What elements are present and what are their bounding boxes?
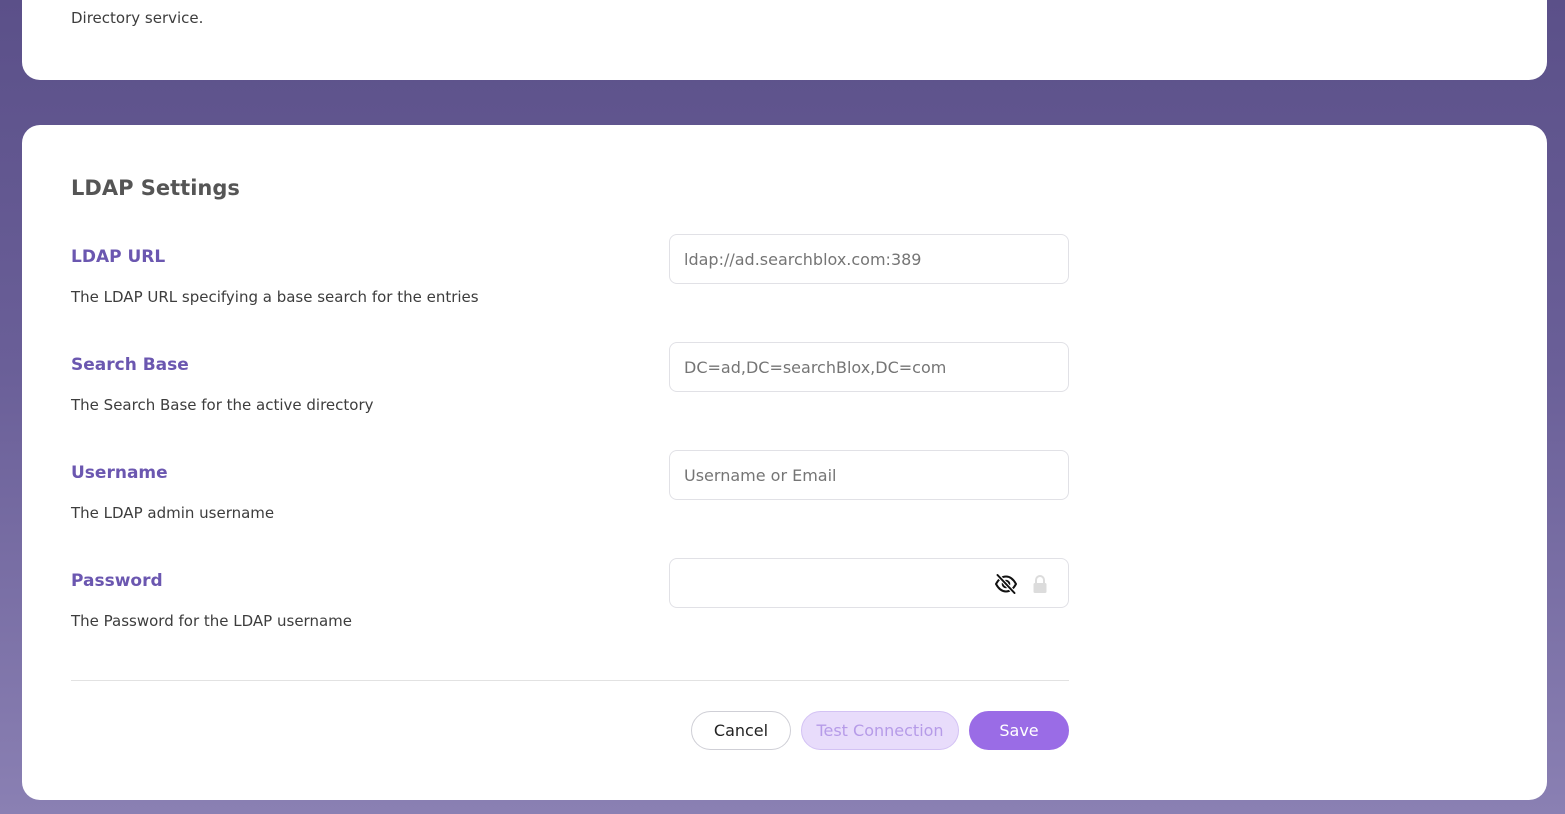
cancel-button[interactable]: Cancel <box>691 711 791 750</box>
search-base-field[interactable] <box>669 342 1069 392</box>
eye-slash-icon[interactable] <box>994 573 1018 595</box>
ldap-url-help: The LDAP URL specifying a base search fo… <box>71 288 479 306</box>
ldap-url-input[interactable] <box>684 235 984 283</box>
username-field[interactable] <box>669 450 1069 500</box>
username-label: Username <box>71 463 168 483</box>
search-base-input[interactable] <box>684 343 984 391</box>
ldap-url-field[interactable] <box>669 234 1069 284</box>
username-row: Username The LDAP admin username <box>71 450 1071 553</box>
lock-icon[interactable] <box>1032 574 1048 594</box>
search-base-help: The Search Base for the active directory <box>71 396 374 414</box>
username-help: The LDAP admin username <box>71 504 275 522</box>
save-button[interactable]: Save <box>969 711 1069 750</box>
section-title: LDAP Settings <box>71 176 240 200</box>
ldap-description-text: Directory service. <box>71 9 204 27</box>
ldap-description-card: Directory service. <box>22 0 1547 80</box>
search-base-label: Search Base <box>71 355 189 375</box>
search-base-row: Search Base The Search Base for the acti… <box>71 342 1071 445</box>
ldap-url-label: LDAP URL <box>71 247 166 267</box>
form-divider <box>71 680 1069 681</box>
password-help: The Password for the LDAP username <box>71 612 352 630</box>
ldap-url-row: LDAP URL The LDAP URL specifying a base … <box>71 234 1071 337</box>
ldap-settings-card: LDAP Settings LDAP URL The LDAP URL spec… <box>22 125 1547 800</box>
password-field[interactable] <box>669 558 1069 608</box>
password-label: Password <box>71 571 163 591</box>
password-input[interactable] <box>684 559 984 607</box>
password-row: Password The Password for the LDAP usern… <box>71 558 1071 661</box>
test-connection-button[interactable]: Test Connection <box>801 711 959 750</box>
username-input[interactable] <box>684 451 984 499</box>
